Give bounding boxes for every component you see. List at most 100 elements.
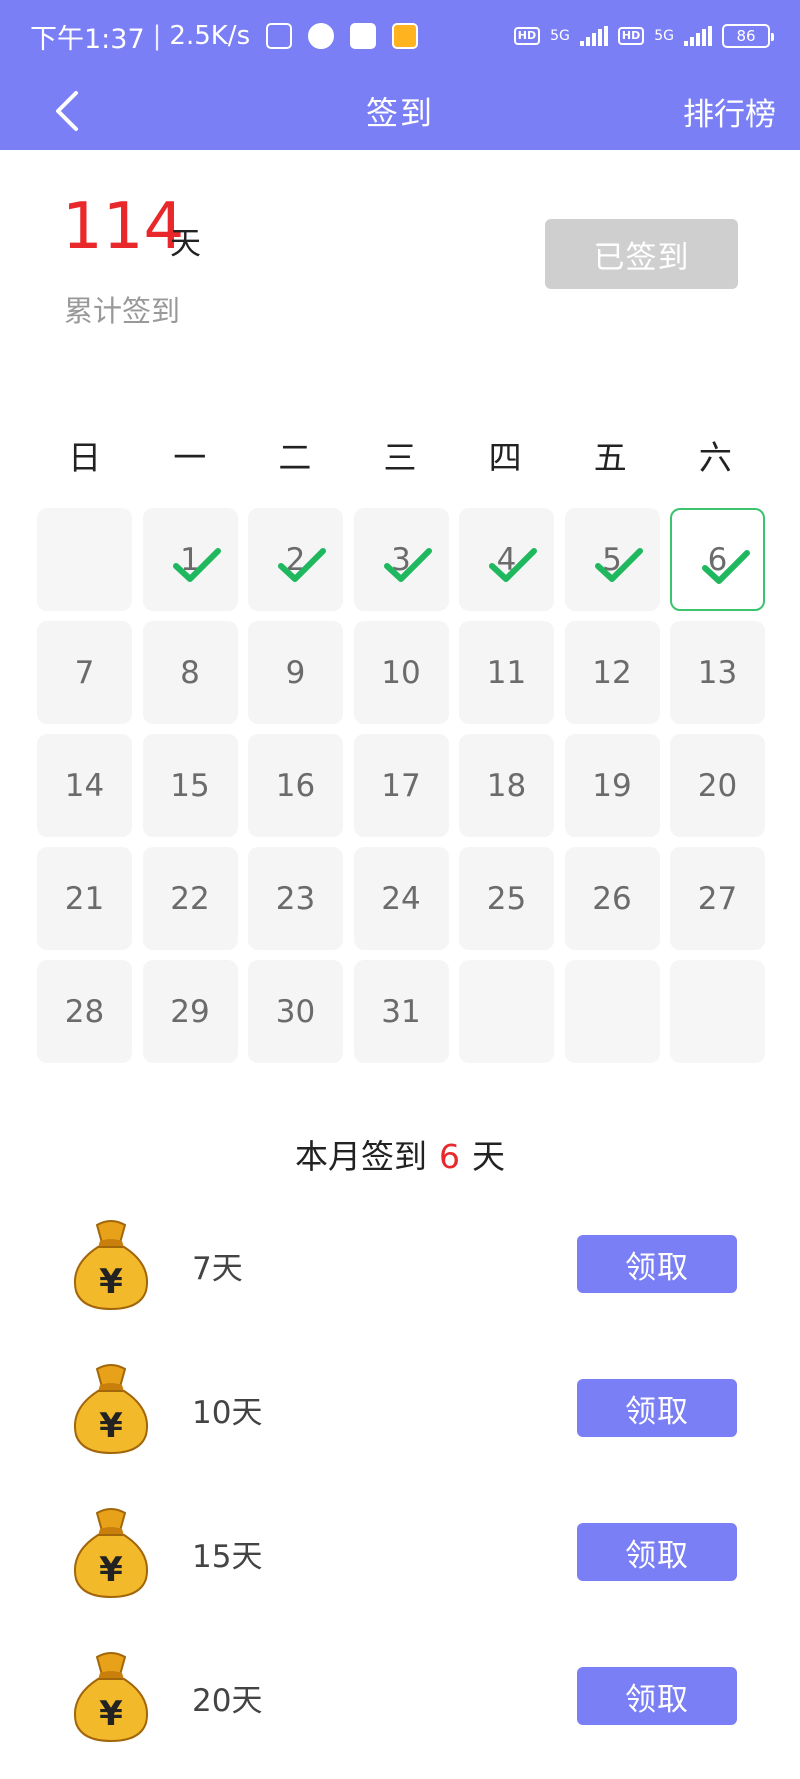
svg-text:¥: ¥ xyxy=(99,1406,123,1446)
calendar-day-number: 24 xyxy=(381,880,421,917)
message-icon xyxy=(392,23,419,49)
reward-row: ¥10天 领取 xyxy=(62,1359,742,1459)
svg-text:¥: ¥ xyxy=(99,1694,123,1734)
calendar-day-number: 9 xyxy=(285,654,306,691)
calendar-day[interactable]: 4 xyxy=(459,508,554,611)
calendar-empty-cell xyxy=(459,960,554,1063)
calendar-day-number: 14 xyxy=(64,767,105,804)
net-type: 5G xyxy=(654,28,674,44)
calendar-day[interactable]: 13 xyxy=(670,621,765,724)
calendar-day[interactable]: 21 xyxy=(37,847,132,950)
calendar-day[interactable]: 20 xyxy=(670,734,765,837)
calendar-day-number: 22 xyxy=(170,880,210,917)
status-time: 下午1:37 xyxy=(30,23,145,55)
ranking-button[interactable]: 排行榜 xyxy=(683,89,776,134)
calendar-day-number: 26 xyxy=(592,880,632,917)
calendar-day-number: 17 xyxy=(381,767,421,804)
calendar-day[interactable]: 14 xyxy=(37,734,132,837)
calendar-day[interactable]: 9 xyxy=(248,621,343,724)
calendar-day[interactable]: 18 xyxy=(459,734,554,837)
signal-icon xyxy=(684,26,712,46)
calendar-day[interactable]: 2 xyxy=(248,508,343,611)
calendar-day[interactable]: 11 xyxy=(459,621,554,724)
claim-reward-button[interactable]: 领取 xyxy=(577,1379,737,1437)
total-days-label: 累计签到 xyxy=(64,294,181,328)
calendar-day-number: 7 xyxy=(74,654,95,691)
claim-reward-button[interactable]: 领取 xyxy=(577,1235,737,1293)
calendar-day-number: 12 xyxy=(592,654,632,691)
calendar-day-number: 13 xyxy=(697,654,738,691)
total-days-count: 114 xyxy=(62,190,185,264)
calendar-day[interactable]: 31 xyxy=(353,960,449,1063)
calendar-grid: 1 2 3 4 5 6 7 8 9 10 11 12 13 14 15 16 17 18 19 20 21 22 23 24 2… xyxy=(37,508,765,1063)
reward-days-label: 15天 xyxy=(192,1539,263,1575)
reward-days-label: 10天 xyxy=(192,1395,263,1431)
total-days-unit: 天 xyxy=(170,226,201,262)
signed-in-button[interactable]: 已签到 xyxy=(545,219,738,289)
reward-days-label: 20天 xyxy=(192,1683,263,1719)
qq-icon xyxy=(308,23,335,49)
check-icon xyxy=(594,548,643,582)
money-bag-icon: ¥ xyxy=(62,1359,160,1457)
check-icon xyxy=(489,548,537,582)
status-left: 下午1:37 | 2.5K/s xyxy=(30,17,419,56)
calendar-day[interactable]: 1 xyxy=(142,508,238,611)
calendar-day[interactable]: 15 xyxy=(142,734,238,837)
calendar-day[interactable]: 16 xyxy=(248,734,343,837)
month-summary-prefix: 本月签到 xyxy=(295,1137,427,1176)
calendar-day[interactable]: 17 xyxy=(353,734,449,837)
check-icon xyxy=(172,548,221,582)
calendar-day-number: 8 xyxy=(180,654,200,691)
claim-reward-button[interactable]: 领取 xyxy=(577,1523,737,1581)
calendar-day-number: 19 xyxy=(592,767,632,804)
weekday-header: 日 一 二 三 四 五 六 xyxy=(32,430,768,486)
calendar-day[interactable]: 5 xyxy=(564,508,660,611)
calendar-day-number: 18 xyxy=(486,767,527,804)
calendar-day-number: 25 xyxy=(486,880,527,917)
calendar-day[interactable]: 29 xyxy=(142,960,238,1063)
calendar-empty-cell xyxy=(564,960,660,1063)
weekday-label: 三 xyxy=(383,438,417,477)
reward-row: ¥7天 领取 xyxy=(62,1215,742,1315)
calendar-day[interactable]: 25 xyxy=(459,847,554,950)
calendar-day[interactable]: 8 xyxy=(142,621,238,724)
calendar-day-number: 21 xyxy=(64,880,105,917)
money-bag-icon: ¥ xyxy=(62,1215,160,1313)
nfc-icon xyxy=(266,23,293,49)
calendar-day[interactable]: 24 xyxy=(353,847,449,950)
page-title: 签到 xyxy=(365,94,434,132)
calendar-empty-cell xyxy=(37,508,132,611)
calendar-day[interactable]: 6 xyxy=(670,508,765,611)
calendar-day[interactable]: 22 xyxy=(142,847,238,950)
calendar-day[interactable]: 28 xyxy=(37,960,132,1063)
calendar-day[interactable]: 3 xyxy=(353,508,449,611)
calendar-day-number: 30 xyxy=(275,993,316,1030)
calendar-day[interactable]: 27 xyxy=(670,847,765,950)
calendar-day[interactable]: 19 xyxy=(564,734,660,837)
calendar-day[interactable]: 7 xyxy=(37,621,132,724)
claim-reward-button[interactable]: 领取 xyxy=(577,1667,737,1725)
calendar-day-number: 31 xyxy=(381,993,421,1030)
month-summary-suffix: 天 xyxy=(472,1137,505,1176)
status-separator: | xyxy=(152,21,162,51)
calendar-day[interactable]: 23 xyxy=(248,847,343,950)
net-type: 5G xyxy=(550,28,570,44)
money-bag-icon: ¥ xyxy=(62,1647,160,1745)
calendar-day[interactable]: 12 xyxy=(564,621,660,724)
network-speed: 2.5K/s xyxy=(169,21,251,51)
calendar-empty-cell xyxy=(670,960,765,1063)
money-bag-icon: ¥ xyxy=(62,1503,160,1601)
weekday-label: 二 xyxy=(278,438,312,477)
reward-row: ¥15天 领取 xyxy=(62,1503,742,1603)
calendar-day-number: 23 xyxy=(275,880,316,917)
calendar-day[interactable]: 10 xyxy=(353,621,449,724)
calendar-day-number: 15 xyxy=(170,767,210,804)
calendar-day-number: 29 xyxy=(170,993,210,1030)
calendar-day[interactable]: 30 xyxy=(248,960,343,1063)
weekday-label: 四 xyxy=(488,438,522,477)
nav-bar: 签到 排行榜 xyxy=(0,72,800,150)
weekday-label: 一 xyxy=(173,438,207,477)
calendar-day[interactable]: 26 xyxy=(564,847,660,950)
status-right: HD 5G HD 5G 86 xyxy=(513,24,774,48)
check-icon xyxy=(702,550,750,584)
